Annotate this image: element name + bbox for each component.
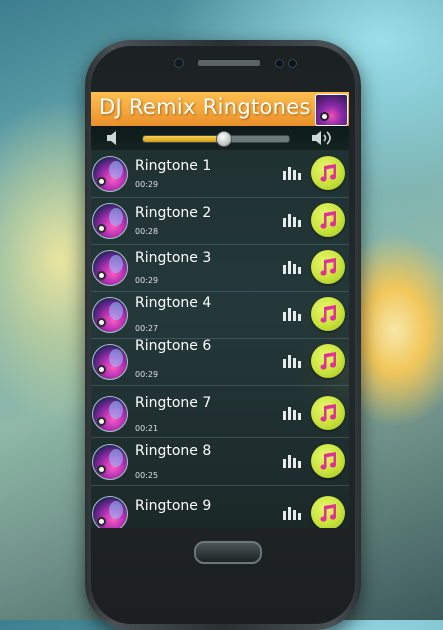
volume-slider[interactable]	[142, 131, 290, 147]
ringtone-thumbnail	[92, 297, 128, 333]
ringtone-name: Ringtone 9	[135, 498, 212, 514]
ringtone-duration: 00:28	[135, 227, 159, 236]
volume-slider-fill	[143, 136, 224, 142]
music-note-icon	[320, 404, 337, 422]
ringtone-duration: 00:29	[135, 180, 159, 189]
ringtone-name: Ringtone 8	[135, 443, 212, 459]
ringtone-name: Ringtone 2	[135, 205, 212, 221]
music-note-icon	[320, 352, 337, 370]
ringtone-name: Ringtone 3	[135, 250, 212, 266]
volume-slider-thumb[interactable]	[216, 131, 233, 147]
app-screen: DJ Remix Ringtones Ringtone 1 00:29 Ringto…	[91, 92, 349, 528]
music-note-icon	[320, 164, 337, 182]
ringtone-row[interactable]: Ringtone 8 00:25	[91, 438, 349, 486]
proximity-sensor	[275, 59, 284, 68]
ringtone-row[interactable]: Ringtone 7 00:21	[91, 390, 349, 438]
equalizer-icon[interactable]	[282, 406, 302, 420]
play-ringtone-button[interactable]	[311, 297, 345, 331]
ringtone-duration: 00:29	[135, 276, 159, 285]
volume-control	[91, 126, 349, 150]
ringtone-duration: 00:25	[135, 471, 159, 480]
earpiece-speaker	[197, 59, 261, 67]
ringtone-thumbnail	[92, 156, 128, 192]
play-ringtone-button[interactable]	[311, 203, 345, 237]
music-note-icon	[320, 211, 337, 229]
ringtone-name: Ringtone 4	[135, 295, 212, 311]
equalizer-icon[interactable]	[282, 166, 302, 180]
ringtone-row[interactable]: Ringtone 6 00:29	[91, 338, 349, 386]
play-ringtone-button[interactable]	[311, 250, 345, 284]
ringtone-duration: 00:29	[135, 370, 159, 379]
ringtone-thumbnail	[92, 250, 128, 286]
ringtone-row[interactable]: Ringtone 3 00:29	[91, 244, 349, 292]
ringtone-thumbnail	[92, 444, 128, 480]
title-bar: DJ Remix Ringtones	[91, 92, 349, 126]
ringtone-duration: 00:27	[135, 324, 159, 333]
ringtone-row[interactable]: Ringtone 4 00:27	[91, 291, 349, 339]
volume-low-icon[interactable]	[105, 130, 127, 146]
equalizer-icon[interactable]	[282, 260, 302, 274]
ringtone-name: Ringtone 6	[135, 338, 212, 354]
front-camera	[174, 58, 184, 68]
ringtone-row[interactable]: Ringtone 9	[91, 490, 349, 528]
equalizer-icon[interactable]	[282, 454, 302, 468]
ringtone-thumbnail	[92, 344, 128, 380]
home-button[interactable]	[194, 541, 262, 564]
music-note-icon	[320, 305, 337, 323]
equalizer-icon[interactable]	[282, 213, 302, 227]
app-title: DJ Remix Ringtones	[99, 95, 311, 119]
music-note-icon	[320, 452, 337, 470]
equalizer-icon[interactable]	[282, 307, 302, 321]
light-sensor	[288, 59, 297, 68]
music-note-icon	[320, 258, 337, 276]
ringtone-name: Ringtone 1	[135, 158, 212, 174]
play-ringtone-button[interactable]	[311, 396, 345, 430]
ringtone-row[interactable]: Ringtone 2 00:28	[91, 197, 349, 245]
ringtone-name: Ringtone 7	[135, 395, 212, 411]
ringtone-thumbnail	[92, 203, 128, 239]
play-ringtone-button[interactable]	[311, 156, 345, 190]
ringtone-row[interactable]: Ringtone 1 00:29	[91, 150, 349, 198]
equalizer-icon[interactable]	[282, 506, 302, 520]
volume-high-icon[interactable]	[311, 130, 333, 146]
play-ringtone-button[interactable]	[311, 344, 345, 378]
equalizer-icon[interactable]	[282, 354, 302, 368]
play-ringtone-button[interactable]	[311, 444, 345, 478]
ringtone-thumbnail	[92, 496, 128, 528]
ringtone-thumbnail	[92, 396, 128, 432]
play-ringtone-button[interactable]	[311, 496, 345, 528]
dj-app-icon	[315, 94, 348, 126]
ringtone-duration: 00:21	[135, 424, 159, 433]
music-note-icon	[320, 504, 337, 522]
